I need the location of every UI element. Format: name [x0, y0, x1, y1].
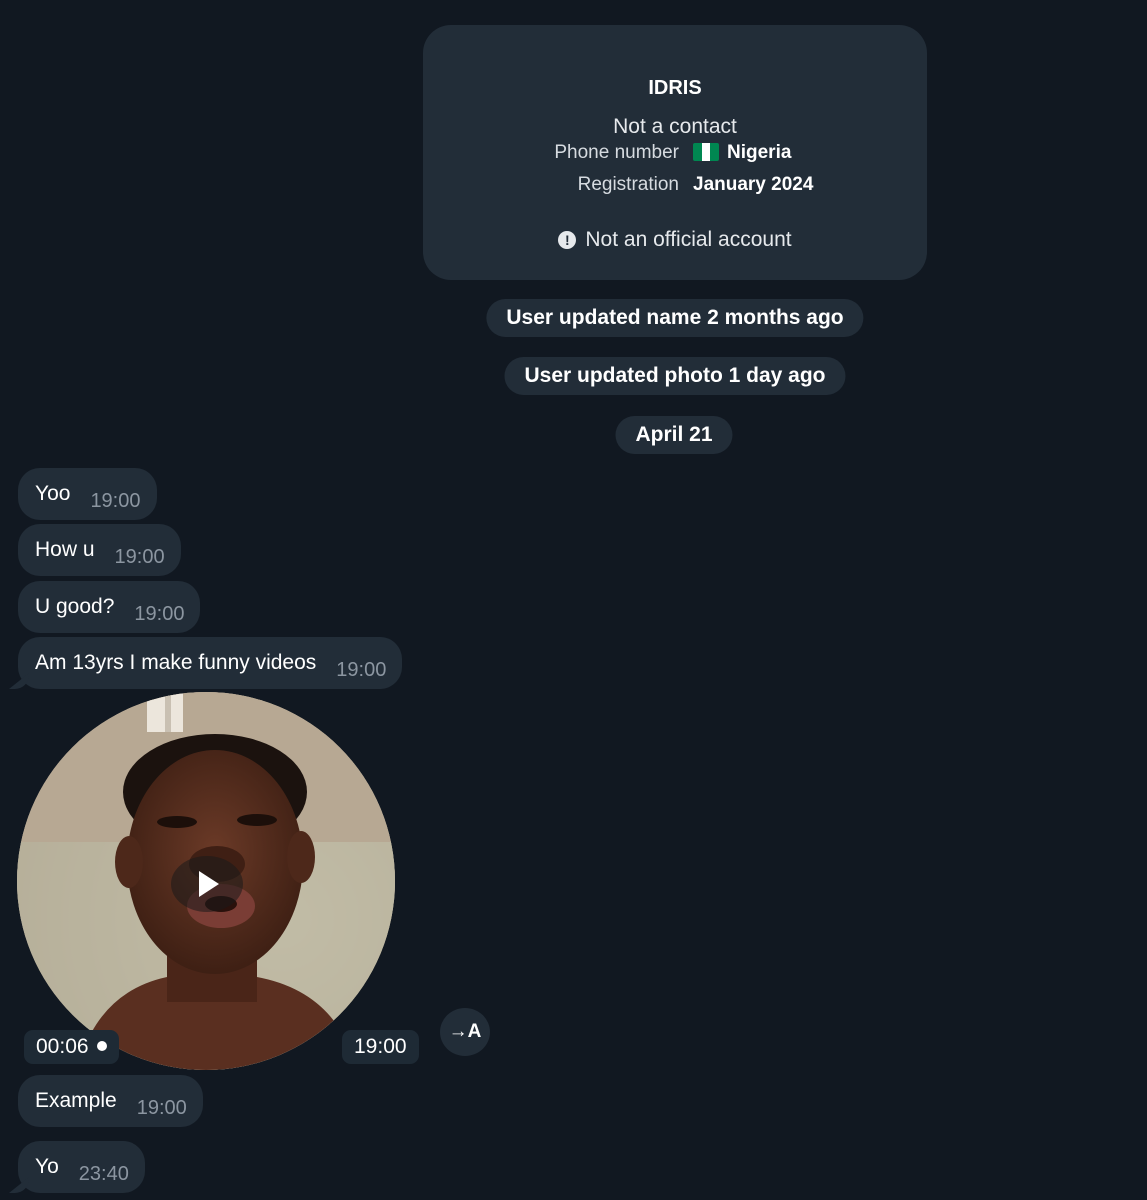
date-separator: April 21: [615, 416, 733, 454]
play-icon[interactable]: [171, 856, 243, 912]
message-bubble[interactable]: Example 19:00: [18, 1075, 203, 1127]
message-text: Yoo: [35, 482, 71, 505]
registration-value: January 2024: [693, 174, 814, 195]
registration-label: Registration: [577, 174, 679, 195]
message-text: How u: [35, 538, 95, 561]
message-time: 19:00: [136, 1096, 187, 1119]
profile-info-card: IDRIS Not a contact Phone number Nigeria…: [423, 25, 927, 280]
message-bubble[interactable]: Yo 23:40: [18, 1141, 145, 1193]
translate-icon[interactable]: →A: [440, 1008, 490, 1056]
chat-view: IDRIS Not a contact Phone number Nigeria…: [0, 0, 1147, 1200]
message-text: Yo: [35, 1155, 59, 1178]
video-duration-text: 00:06: [36, 1035, 89, 1058]
official-warning: ! Not an official account: [423, 228, 927, 252]
video-note-time: 19:00: [342, 1030, 419, 1064]
service-message-name-update: User updated name 2 months ago: [486, 299, 864, 337]
message-text: Example: [35, 1089, 117, 1112]
profile-name: IDRIS: [648, 77, 702, 99]
warning-text: Not an official account: [585, 228, 792, 251]
message-time: 19:00: [90, 489, 141, 512]
contact-status: Not a contact: [613, 115, 737, 138]
phone-label: Phone number: [554, 142, 679, 163]
dot-icon: [96, 1041, 107, 1051]
video-note-duration: 00:06: [24, 1030, 119, 1064]
registration-row: Registration January 2024: [423, 174, 927, 200]
nigeria-flag-icon: [693, 143, 719, 161]
message-bubble[interactable]: Am 13yrs I make funny videos 19:00: [18, 637, 403, 689]
phone-value: Nigeria: [693, 142, 791, 164]
message-time: 23:40: [78, 1162, 129, 1185]
message-bubble[interactable]: U good? 19:00: [18, 581, 201, 633]
service-message-photo-update: User updated photo 1 day ago: [504, 357, 846, 395]
message-text: Am 13yrs I make funny videos: [35, 651, 317, 674]
message-bubble[interactable]: How u 19:00: [18, 524, 181, 576]
exclamation-circle-icon: !: [558, 231, 577, 249]
message-time: 19:00: [114, 545, 165, 568]
message-bubble[interactable]: Yoo 19:00: [18, 468, 157, 520]
message-time: 19:00: [134, 602, 185, 625]
phone-country: Nigeria: [727, 142, 792, 163]
phone-row: Phone number Nigeria: [423, 142, 927, 168]
message-time: 19:00: [336, 658, 387, 681]
message-text: U good?: [35, 595, 115, 618]
